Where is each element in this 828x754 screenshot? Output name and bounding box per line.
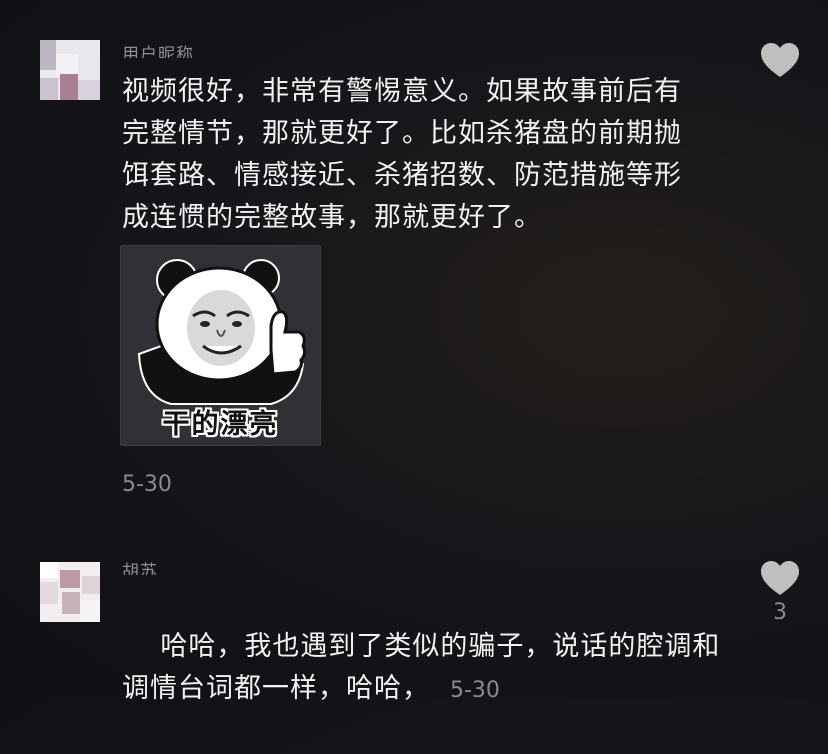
sticker-caption: 干的漂亮 [162,409,279,440]
like-button[interactable] [760,560,800,600]
comment-item: 用户昵称 视频很好，非常有警惕意义。如果故事前后有 完整情节，那就更好了。比如杀… [0,0,828,520]
timestamp: 5-30 [450,678,500,703]
like-button[interactable] [760,42,800,82]
comment-item: 胡苏 哈哈，我也遇到了类似的骗子，说话的腔调和 调情台词都一样，哈哈， 5-30 … [0,520,828,704]
heart-icon [761,43,799,77]
timestamp: 5-30 [122,472,172,497]
comment-text: 哈哈，我也遇到了类似的骗子，说话的腔调和 调情台词都一样，哈哈， 5-30 [122,584,742,754]
username[interactable]: 用户昵称 [122,44,194,58]
comment-text-content: 哈哈，我也遇到了类似的骗子，说话的腔调和 调情台词都一样，哈哈， [122,631,721,704]
like-count: 3 [773,600,787,625]
avatar[interactable] [40,40,100,100]
sticker-image[interactable]: 干的漂亮 [120,245,321,446]
heart-icon [761,561,799,595]
comment-text: 视频很好，非常有警惕意义。如果故事前后有 完整情节，那就更好了。比如杀猪盘的前期… [122,76,682,233]
username[interactable]: 胡苏 [122,561,158,575]
avatar[interactable] [40,562,100,622]
